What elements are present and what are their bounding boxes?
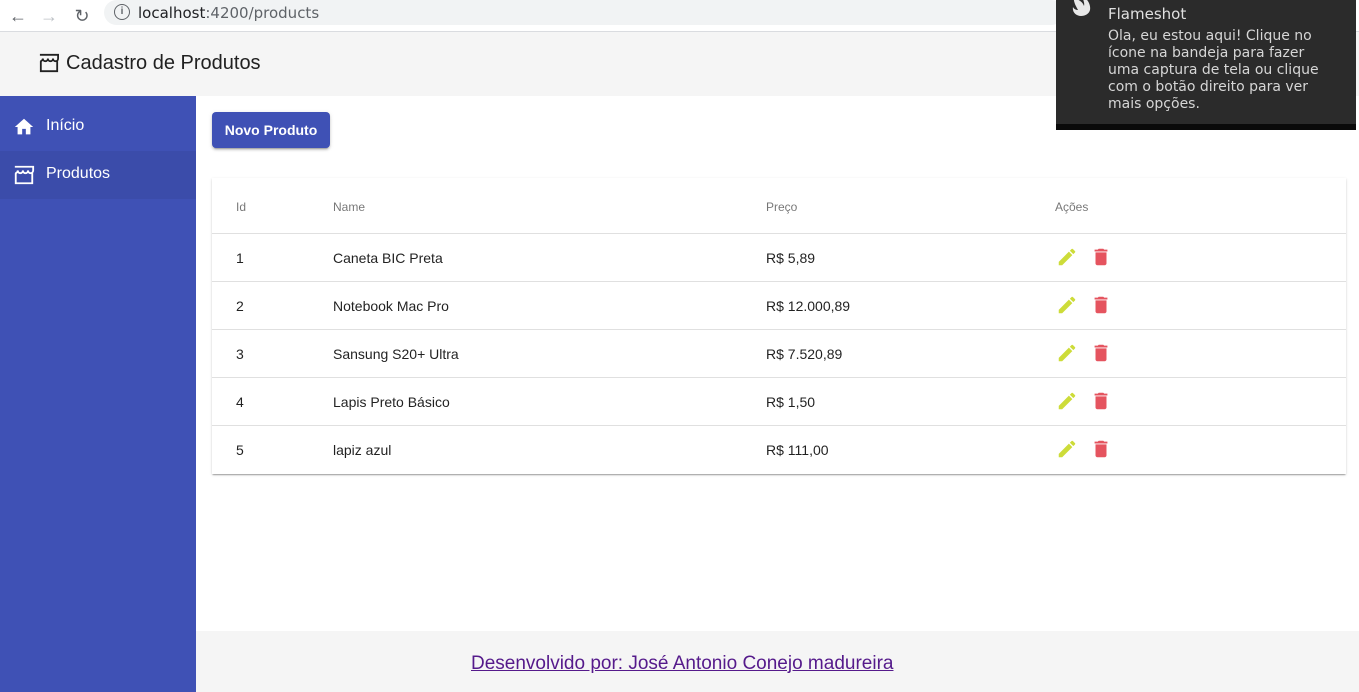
cell-id: 1	[236, 250, 244, 266]
delete-icon[interactable]	[1090, 390, 1112, 412]
delete-icon[interactable]	[1090, 438, 1112, 460]
sidebar-item-label: Início	[46, 117, 85, 134]
table-row: 5 lapiz azul R$ 111,00	[212, 426, 1346, 474]
cell-price: R$ 12.000,89	[766, 298, 851, 314]
cell-name: Notebook Mac Pro	[333, 298, 449, 314]
cell-id: 3	[236, 346, 244, 362]
url-text[interactable]: localhost:4200/products	[138, 4, 319, 22]
cell-name: lapiz azul	[333, 442, 392, 458]
cell-price: R$ 111,00	[766, 442, 829, 458]
notification-title: Flameshot	[1108, 5, 1187, 23]
storefront-icon	[39, 53, 59, 73]
cell-price: R$ 5,89	[766, 250, 816, 266]
notification-body: Ola, eu estou aqui! Clique no ícone na b…	[1108, 28, 1319, 112]
forward-arrow-icon[interactable]: →	[36, 3, 62, 29]
delete-icon[interactable]	[1090, 246, 1112, 268]
delete-icon[interactable]	[1090, 294, 1112, 316]
sidebar-item-label: Produtos	[46, 165, 111, 182]
table-row: 3 Sansung S20+ Ultra R$ 7.520,89	[212, 330, 1346, 378]
new-product-button[interactable]: Novo Produto	[212, 112, 330, 148]
site-info-icon[interactable]: i	[114, 4, 130, 20]
cell-price: R$ 1,50	[766, 394, 816, 410]
delete-icon[interactable]	[1090, 342, 1112, 364]
cell-id: 2	[236, 298, 244, 314]
cell-name: Lapis Preto Básico	[333, 394, 450, 410]
back-arrow-icon[interactable]: ←	[5, 3, 31, 29]
edit-icon[interactable]	[1056, 294, 1078, 316]
table-row: 4 Lapis Preto Básico R$ 1,50	[212, 378, 1346, 426]
header-price: Preço	[766, 200, 798, 214]
cell-name: Caneta BIC Preta	[333, 250, 443, 266]
table-row: 2 Notebook Mac Pro R$ 12.000,89	[212, 282, 1346, 330]
storefront-icon	[14, 165, 35, 185]
table-row: 1 Caneta BIC Preta R$ 5,89	[212, 234, 1346, 282]
header-id: Id	[236, 200, 247, 214]
cell-price: R$ 7.520,89	[766, 346, 843, 362]
table-header: Id Name Preço Ações	[212, 178, 1346, 234]
edit-icon[interactable]	[1056, 390, 1078, 412]
edit-icon[interactable]	[1056, 438, 1078, 460]
sidebar-item-produtos[interactable]: Produtos	[0, 151, 196, 199]
sidebar: Início Produtos	[0, 96, 196, 692]
sidebar-item-inicio[interactable]: Início	[0, 103, 196, 151]
cell-id: 4	[236, 394, 244, 410]
url-path: :4200/products	[205, 4, 320, 22]
header-actions: Ações	[1055, 200, 1089, 214]
products-table: Id Name Preço Ações 1 Caneta BIC Preta R$ …	[212, 178, 1346, 474]
flameshot-notification[interactable]: Flameshot Ola, eu estou aqui! Clique no …	[1056, 0, 1356, 130]
reload-icon[interactable]: ↻	[69, 3, 95, 29]
url-host: localhost	[138, 4, 206, 22]
flameshot-logo-icon	[1072, 0, 1091, 16]
app-title: Cadastro de Produtos	[66, 52, 261, 74]
header-name: Name	[333, 200, 366, 214]
cell-id: 5	[236, 442, 244, 458]
cell-name: Sansung S20+ Ultra	[333, 346, 459, 362]
edit-icon[interactable]	[1056, 246, 1078, 268]
edit-icon[interactable]	[1056, 342, 1078, 364]
developer-link[interactable]: Desenvolvido por: José Antonio Conejo ma…	[471, 653, 893, 675]
home-icon	[14, 118, 34, 135]
footer: Desenvolvido por: José Antonio Conejo ma…	[196, 631, 1359, 692]
